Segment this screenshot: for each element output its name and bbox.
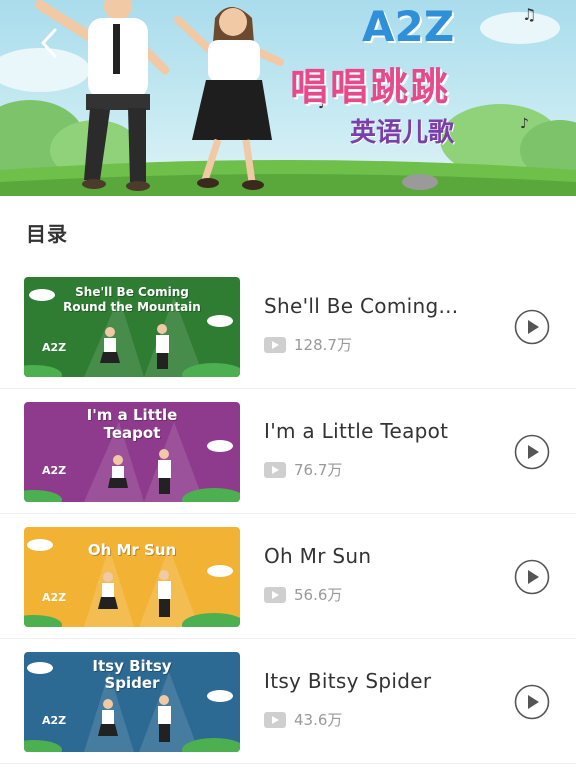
view-count: 76.7万 <box>264 459 342 480</box>
svg-text:♫: ♫ <box>522 5 536 24</box>
view-count-value: 128.7万 <box>294 336 352 354</box>
list-item[interactable]: Itsy Bitsy Spider A2Z Itsy Bitsy Spider … <box>0 639 576 764</box>
video-icon <box>264 461 286 478</box>
view-count: 128.7万 <box>264 334 352 355</box>
thumbnail-title: Spider <box>104 674 160 692</box>
play-circle-icon <box>514 309 550 345</box>
play-button[interactable] <box>514 434 550 470</box>
thumbnail-title: I'm a Little <box>86 406 178 424</box>
banner: ♫ ♪ ♪ A2Z 唱唱跳跳 英语儿歌 <box>0 0 576 196</box>
view-count-value: 56.6万 <box>294 586 343 604</box>
song-thumbnail[interactable]: She'll Be Coming Round the Mountain A2Z <box>24 277 240 377</box>
svg-text:♪: ♪ <box>520 116 529 132</box>
video-icon <box>264 586 286 603</box>
song-thumbnail[interactable]: Itsy Bitsy Spider A2Z <box>24 652 240 752</box>
list-item[interactable]: I'm a Little Teapot A2Z I'm a Little Tea… <box>0 389 576 514</box>
play-circle-icon <box>514 434 550 470</box>
play-button[interactable] <box>514 309 550 345</box>
video-icon <box>264 336 286 353</box>
play-button[interactable] <box>514 684 550 720</box>
view-count: 43.6万 <box>264 709 342 730</box>
thumbnail-badge: A2Z <box>42 714 67 727</box>
view-count-value: 76.7万 <box>294 461 343 479</box>
song-title: Itsy Bitsy Spider <box>264 669 432 693</box>
thumbnail-title: Round the Mountain <box>63 300 201 314</box>
view-count: 56.6万 <box>264 584 342 605</box>
view-count-value: 43.6万 <box>294 711 343 729</box>
list-item[interactable]: She'll Be Coming Round the Mountain A2Z … <box>0 264 576 389</box>
song-title: Oh Mr Sun <box>264 544 372 568</box>
thumbnail-badge: A2Z <box>42 591 67 604</box>
section-title: 目录 <box>26 222 68 246</box>
thumbnail-title: Itsy Bitsy <box>92 657 172 675</box>
thumbnail-badge: A2Z <box>42 341 67 354</box>
video-icon <box>264 711 286 728</box>
thumbnail-title: She'll Be Coming <box>75 285 189 299</box>
banner-title: 唱唱跳跳 <box>290 65 451 109</box>
list-item[interactable]: Oh Mr Sun A2Z Oh Mr Sun 56.6万 <box>0 514 576 639</box>
thumbnail-title: Teapot <box>103 424 161 442</box>
banner-subtitle: 英语儿歌 <box>350 118 455 148</box>
thumbnail-badge: A2Z <box>42 464 67 477</box>
chevron-left-icon <box>41 28 57 58</box>
song-thumbnail[interactable]: Oh Mr Sun A2Z <box>24 527 240 627</box>
song-thumbnail[interactable]: I'm a Little Teapot A2Z <box>24 402 240 502</box>
thumbnail-title: Oh Mr Sun <box>87 541 177 559</box>
banner-logo: A2Z <box>362 2 455 51</box>
song-title: I'm a Little Teapot <box>264 419 449 443</box>
song-title: She'll Be Coming... <box>264 294 459 318</box>
play-circle-icon <box>514 559 550 595</box>
song-list: She'll Be Coming Round the Mountain A2Z … <box>0 264 576 764</box>
back-button[interactable] <box>34 26 64 60</box>
play-button[interactable] <box>514 559 550 595</box>
banner-illustration: ♫ ♪ ♪ <box>0 0 576 196</box>
play-circle-icon <box>514 684 550 720</box>
